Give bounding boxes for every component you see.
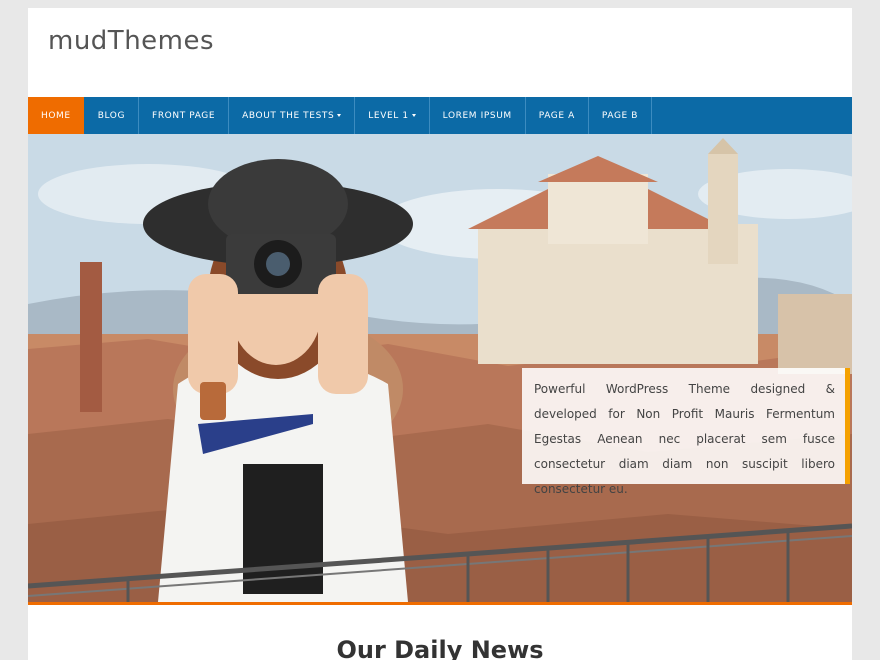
main-nav: HOME BLOG FRONT PAGE ABOUT THE TESTS LEV… (28, 97, 852, 134)
hero-caption-text: Powerful WordPress Theme designed & deve… (534, 382, 835, 496)
nav-item-label: FRONT PAGE (152, 110, 216, 121)
nav-item-label: ABOUT THE TESTS (242, 110, 335, 121)
nav-item-home[interactable]: HOME (28, 97, 85, 134)
nav-item-label: LEVEL 1 (368, 110, 409, 121)
nav-item-label: LOREM IPSUM (442, 110, 512, 121)
nav-item-level-1[interactable]: LEVEL 1 (355, 97, 430, 134)
chevron-down-icon (337, 114, 342, 117)
page-container: mudThemes HOME BLOG FRONT PAGE ABOUT THE… (28, 8, 852, 660)
nav-item-label: BLOG (97, 110, 126, 121)
site-header: mudThemes (28, 8, 852, 97)
section-title: Our Daily News (336, 636, 544, 660)
nav-item-about-the-tests[interactable]: ABOUT THE TESTS (229, 97, 356, 134)
site-title[interactable]: mudThemes (48, 26, 214, 56)
hero-bottom-border (28, 602, 852, 605)
hero-caption: Powerful WordPress Theme designed & deve… (522, 368, 850, 496)
nav-item-label: PAGE A (538, 110, 575, 121)
nav-item-label: HOME (41, 110, 71, 121)
nav-item-page-b[interactable]: PAGE B (589, 97, 653, 134)
chevron-down-icon (411, 114, 416, 117)
nav-item-lorem-ipsum[interactable]: LOREM IPSUM (430, 97, 526, 134)
nav-item-page-a[interactable]: PAGE A (526, 97, 589, 134)
nav-item-blog[interactable]: BLOG (85, 97, 140, 134)
nav-item-label: PAGE B (601, 110, 639, 121)
nav-item-front-page[interactable]: FRONT PAGE (139, 97, 230, 134)
